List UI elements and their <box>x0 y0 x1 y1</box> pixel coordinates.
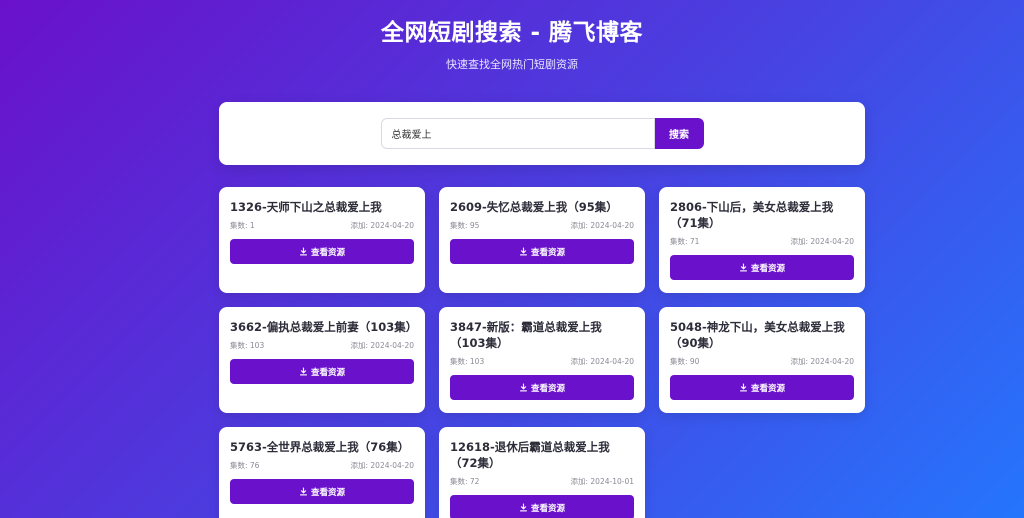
page-title: 全网短剧搜索 - 腾飞博客 <box>380 20 644 46</box>
result-meta: 集数: 95 添加: 2024-04-20 <box>450 221 634 231</box>
download-icon <box>739 383 748 392</box>
view-resource-label: 查看资源 <box>750 383 785 394</box>
view-resource-button[interactable]: 查看资源 <box>230 239 414 264</box>
result-card: 3662-偏执总裁爱上前妻（103集） 集数: 103 添加: 2024-04-20… <box>219 307 425 413</box>
view-resource-button[interactable]: 查看资源 <box>450 239 634 264</box>
result-card: 12618-退休后霸道总裁爱上我（72集） 集数: 72 添加: 2024-10-0… <box>439 427 645 518</box>
result-card: 2806-下山后，美女总裁爱上我（71集） 集数: 71 添加: 2024-04-2… <box>659 187 865 293</box>
episode-count: 集数: 76 <box>230 461 260 470</box>
download-icon <box>299 367 308 376</box>
view-resource-label: 查看资源 <box>530 503 565 514</box>
view-resource-label: 查看资源 <box>750 263 785 274</box>
search-form: 搜索 <box>380 118 704 149</box>
result-title[interactable]: 2806-下山后，美女总裁爱上我（71集） <box>670 199 854 231</box>
result-title[interactable]: 3662-偏执总裁爱上前妻（103集） <box>230 319 417 335</box>
episode-count: 集数: 103 <box>230 341 265 350</box>
view-resource-button[interactable]: 查看资源 <box>670 255 854 280</box>
result-card: 1326-天师下山之总裁爱上我集数: 1 添加: 2024-04-20 查看资源 <box>219 187 425 293</box>
result-title[interactable]: 12618-退休后霸道总裁爱上我（72集） <box>450 439 634 471</box>
view-resource-label: 查看资源 <box>530 383 565 394</box>
view-resource-label: 查看资源 <box>530 247 565 258</box>
result-title[interactable]: 3847-新版：霸道总裁爱上我（103集） <box>450 319 634 351</box>
episode-count: 集数: 95 <box>450 221 480 230</box>
result-title[interactable]: 2609-失忆总裁爱上我（95集） <box>450 199 634 215</box>
results-grid: 1326-天师下山之总裁爱上我 集数: 1 添加: 2024-04-20 查看资源 26… <box>219 187 865 518</box>
result-title[interactable]: 1326-天师下山之总裁爱上我 <box>230 199 414 215</box>
view-resource-label: 查看资源 <box>310 367 345 378</box>
result-meta: 集数: 90 添加: 2024-04-20 <box>670 357 854 367</box>
search-input[interactable] <box>380 118 655 149</box>
view-resource-label: 查看资源 <box>310 487 345 498</box>
download-icon <box>519 383 528 392</box>
result-title[interactable]: 5048-神龙下山，美女总裁爱上我（90集） <box>670 319 854 351</box>
added-date: 添加: 2024-04-20 <box>570 221 635 230</box>
result-meta: 集数: 103 添加: 2024-04-20 <box>450 357 634 367</box>
added-date: 添加: 2024-04-20 <box>790 237 855 246</box>
added-date: 添加: 2024-04-20 <box>350 341 415 350</box>
view-resource-button[interactable]: 查看资源 <box>230 359 414 384</box>
result-card: 5763-全世界总裁爱上我（76集） 集数: 76 添加: 2024-04-20 查看… <box>219 427 425 518</box>
download-icon <box>519 247 528 256</box>
added-date: 添加: 2024-10-01 <box>570 477 635 486</box>
view-resource-button[interactable]: 查看资源 <box>670 375 854 400</box>
added-date: 添加: 2024-04-20 <box>790 357 855 366</box>
search-panel: 搜索 <box>219 102 865 165</box>
view-resource-button[interactable]: 查看资源 <box>450 495 634 518</box>
result-title[interactable]: 5763-全世界总裁爱上我（76集） <box>230 439 414 455</box>
page-subtitle: 快速查找全网热门短剧资源 <box>446 58 578 71</box>
download-icon <box>519 503 528 512</box>
added-date: 添加: 2024-04-20 <box>350 221 415 230</box>
page-header: 全网短剧搜索 - 腾飞博客 快速查找全网热门短剧资源 <box>0 0 1024 72</box>
result-meta: 集数: 103 添加: 2024-04-20 <box>230 341 414 351</box>
download-icon <box>299 247 308 256</box>
view-resource-button[interactable]: 查看资源 <box>230 479 414 504</box>
view-resource-button[interactable]: 查看资源 <box>450 375 634 400</box>
episode-count: 集数: 1 <box>230 221 255 230</box>
result-card: 3847-新版：霸道总裁爱上我（103集） 集数: 103 添加: 2024-04-… <box>439 307 645 413</box>
added-date: 添加: 2024-04-20 <box>570 357 635 366</box>
result-meta: 集数: 76 添加: 2024-04-20 <box>230 461 414 471</box>
episode-count: 集数: 90 <box>670 357 700 366</box>
download-icon <box>739 263 748 272</box>
result-meta: 集数: 1 添加: 2024-04-20 <box>230 221 414 231</box>
result-meta: 集数: 71 添加: 2024-04-20 <box>670 237 854 247</box>
result-meta: 集数: 72 添加: 2024-10-01 <box>450 477 634 487</box>
result-card: 5048-神龙下山，美女总裁爱上我（90集） 集数: 90 添加: 2024-04-… <box>659 307 865 413</box>
view-resource-label: 查看资源 <box>310 247 345 258</box>
download-icon <box>299 487 308 496</box>
episode-count: 集数: 72 <box>450 477 480 486</box>
result-card: 2609-失忆总裁爱上我（95集） 集数: 95 添加: 2024-04-20 查看资… <box>439 187 645 293</box>
episode-count: 集数: 103 <box>450 357 485 366</box>
added-date: 添加: 2024-04-20 <box>350 461 415 470</box>
search-button[interactable]: 搜索 <box>654 118 704 149</box>
episode-count: 集数: 71 <box>670 237 700 246</box>
